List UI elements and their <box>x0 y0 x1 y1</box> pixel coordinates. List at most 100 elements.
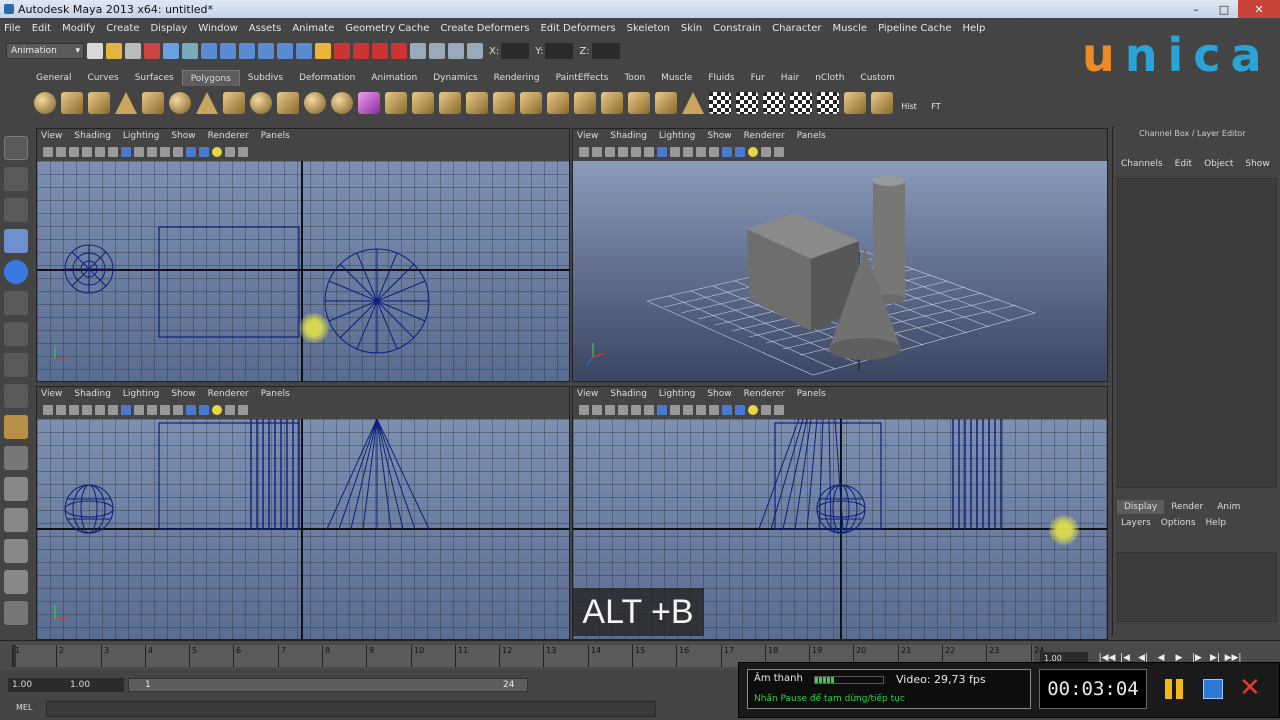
menu-item-edit-deformers[interactable]: Edit Deformers <box>540 23 615 34</box>
tab-anim[interactable]: Anim <box>1210 500 1247 514</box>
default-light-icon[interactable] <box>748 405 758 415</box>
viewport-persp-canvas[interactable] <box>573 161 1107 381</box>
attribute-editor-icon[interactable] <box>429 43 445 59</box>
poly-pyramid-icon[interactable] <box>196 92 218 114</box>
channel-box-body[interactable] <box>1117 178 1277 488</box>
vp-menu-shading[interactable]: Shading <box>74 131 111 141</box>
use-lights-icon[interactable] <box>173 147 183 157</box>
menu-item-assets[interactable]: Assets <box>249 23 282 34</box>
shelf-tab-muscle[interactable]: Muscle <box>653 70 700 86</box>
snap-grid-icon[interactable] <box>201 43 217 59</box>
make-live-icon[interactable] <box>277 43 293 59</box>
poly-soccer-ball-icon[interactable] <box>250 92 272 114</box>
lasso-tool-icon[interactable] <box>4 167 28 191</box>
vp-menu-show[interactable]: Show <box>707 389 731 399</box>
spherical-mapping-icon[interactable] <box>763 92 785 114</box>
camera-icon[interactable] <box>43 147 53 157</box>
bookmark-icon[interactable] <box>605 405 615 415</box>
menu-item-help[interactable]: Help <box>963 23 986 34</box>
vp-menu-view[interactable]: View <box>41 389 62 399</box>
vp-menu-renderer[interactable]: Renderer <box>208 131 249 141</box>
ao-icon[interactable] <box>238 405 248 415</box>
ipr-render-icon[interactable] <box>353 43 369 59</box>
shelf-tab-fur[interactable]: Fur <box>743 70 773 86</box>
viewport-top-canvas[interactable] <box>37 161 569 381</box>
use-lights-icon[interactable] <box>709 147 719 157</box>
poly-cone-icon[interactable] <box>115 92 137 114</box>
vp-menu-shading[interactable]: Shading <box>610 131 647 141</box>
film-gate-icon[interactable] <box>108 147 118 157</box>
camera-attr-icon[interactable] <box>56 405 66 415</box>
smooth-shade-icon[interactable] <box>670 405 680 415</box>
menu-item-skeleton[interactable]: Skeleton <box>627 23 670 34</box>
select-object-icon[interactable] <box>163 43 179 59</box>
viewport-front[interactable]: View Shading Lighting Show Renderer Pane… <box>36 386 570 640</box>
select-hierarchy-icon[interactable] <box>144 43 160 59</box>
vp-menu-shading[interactable]: Shading <box>74 389 111 399</box>
soft-modification-icon[interactable] <box>4 353 28 377</box>
shelf-tab-hair[interactable]: Hair <box>773 70 807 86</box>
ao-icon[interactable] <box>238 147 248 157</box>
sound-level-meter[interactable] <box>814 676 884 684</box>
shelf-tab-curves[interactable]: Curves <box>79 70 126 86</box>
menu-item-character[interactable]: Character <box>772 23 821 34</box>
film-gate-icon[interactable] <box>108 405 118 415</box>
poly-pipe-icon[interactable] <box>223 92 245 114</box>
persp-graph-layout-icon[interactable] <box>4 539 28 563</box>
wireframe-icon[interactable] <box>657 147 667 157</box>
grid-icon[interactable] <box>631 147 641 157</box>
bookmark-icon[interactable] <box>69 147 79 157</box>
cb-menu-channels[interactable]: Channels <box>1121 159 1163 176</box>
vp-menu-panels[interactable]: Panels <box>261 389 290 399</box>
automatic-mapping-icon[interactable] <box>790 92 812 114</box>
freeze-transform-button[interactable]: FT <box>925 92 947 114</box>
vp-menu-lighting[interactable]: Lighting <box>123 131 159 141</box>
shelf-tab-ncloth[interactable]: nCloth <box>807 70 852 86</box>
smooth-shade-icon[interactable] <box>134 147 144 157</box>
vp-menu-show[interactable]: Show <box>171 131 195 141</box>
paint-select-tool-icon[interactable] <box>4 198 28 222</box>
command-input[interactable] <box>46 701 656 717</box>
smooth-shade-icon[interactable] <box>134 405 144 415</box>
wireframe-icon[interactable] <box>121 405 131 415</box>
shelf-tab-rendering[interactable]: Rendering <box>486 70 548 86</box>
cb-menu-edit[interactable]: Edit <box>1175 159 1192 176</box>
close-window-button[interactable]: ✕ <box>1238 0 1280 18</box>
separate-icon[interactable] <box>304 92 326 114</box>
select-component-icon[interactable] <box>182 43 198 59</box>
default-light-icon[interactable] <box>748 147 758 157</box>
menu-item-pipeline-cache[interactable]: Pipeline Cache <box>878 23 951 34</box>
shadows-icon[interactable] <box>722 147 732 157</box>
tool-settings-icon[interactable] <box>448 43 464 59</box>
camera-icon[interactable] <box>579 147 589 157</box>
menu-item-file[interactable]: File <box>4 23 21 34</box>
mirror-icon[interactable] <box>655 92 677 114</box>
vp-menu-renderer[interactable]: Renderer <box>744 389 785 399</box>
camera-attr-icon[interactable] <box>56 147 66 157</box>
layer-menu-help[interactable]: Help <box>1206 518 1227 528</box>
menu-item-animate[interactable]: Animate <box>292 23 334 34</box>
layer-menu-layers[interactable]: Layers <box>1121 518 1151 528</box>
channel-box-toggle-icon[interactable] <box>467 43 483 59</box>
combine-icon[interactable] <box>277 92 299 114</box>
move-tool-icon[interactable] <box>4 229 28 253</box>
merge-icon[interactable] <box>574 92 596 114</box>
vp-menu-show[interactable]: Show <box>171 389 195 399</box>
vp-menu-lighting[interactable]: Lighting <box>123 389 159 399</box>
hq-render-icon[interactable] <box>761 147 771 157</box>
use-lights-icon[interactable] <box>173 405 183 415</box>
uv-editor-icon[interactable] <box>817 92 839 114</box>
shelf-tab-animation[interactable]: Animation <box>363 70 425 86</box>
wedge-icon[interactable] <box>601 92 623 114</box>
vp-menu-renderer[interactable]: Renderer <box>208 389 249 399</box>
poly-sphere-icon[interactable] <box>34 92 56 114</box>
boolean-icon[interactable] <box>358 92 380 114</box>
snap-plane-icon[interactable] <box>258 43 274 59</box>
poke-icon[interactable] <box>628 92 650 114</box>
shadows-icon[interactable] <box>186 147 196 157</box>
poly-cube-icon[interactable] <box>61 92 83 114</box>
menu-item-window[interactable]: Window <box>198 23 237 34</box>
scale-tool-icon[interactable] <box>4 291 28 315</box>
close-icon[interactable]: ✕ <box>1239 675 1263 701</box>
triangulate-icon[interactable] <box>871 92 893 114</box>
